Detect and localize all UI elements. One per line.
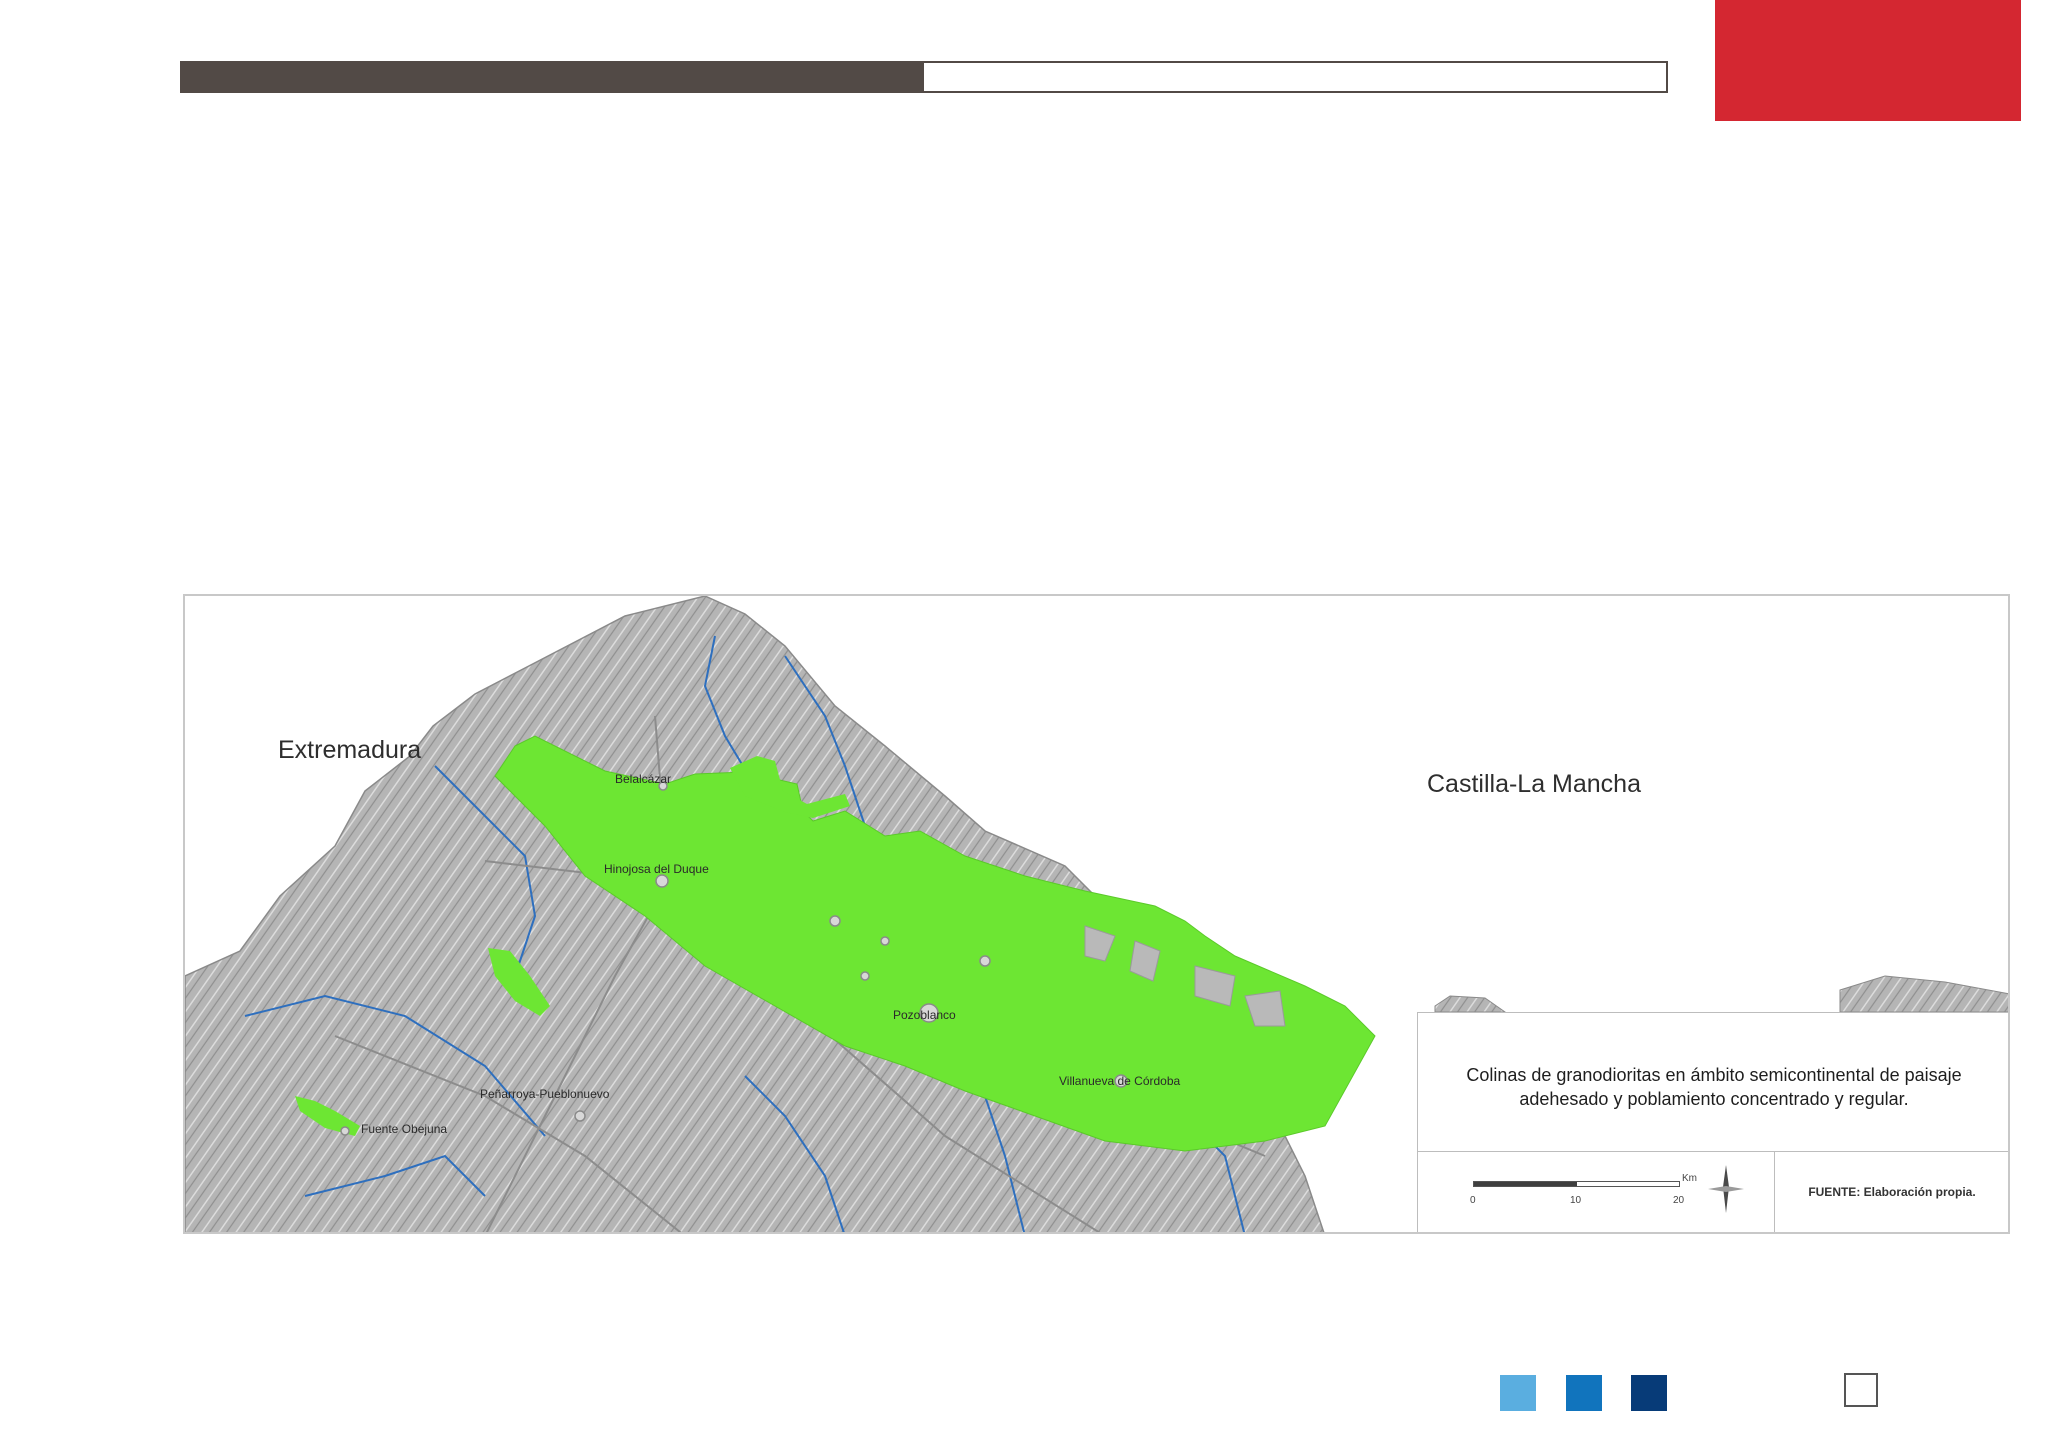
- town-label-penarroya-pueblonuevo: Peñarroya-Pueblonuevo: [480, 1087, 610, 1101]
- legend-title: Colinas de granodioritas en ámbito semic…: [1438, 1063, 1990, 1111]
- progress-bar: [180, 61, 1668, 93]
- region-label-castilla-la-mancha: Castilla-La Mancha: [1427, 770, 1641, 798]
- footer-swatch-light-blue: [1500, 1375, 1536, 1411]
- scale-tick-0: 0: [1470, 1195, 1476, 1206]
- legend-divider: [1418, 1151, 2008, 1152]
- legend-title-line-2: adehesado y poblamiento concentrado y re…: [1519, 1089, 1909, 1109]
- scale-unit: Km: [1682, 1173, 1697, 1184]
- scale-bar: [1473, 1181, 1680, 1187]
- terrain-fragment-far-east: [1839, 975, 2008, 1013]
- town-label-villanueva-de-cordoba: Villanueva de Córdoba: [1059, 1074, 1181, 1088]
- town-label-hinojosa-del-duque: Hinojosa del Duque: [604, 862, 709, 876]
- terrain-fragment-east: [1434, 995, 1507, 1013]
- map-frame: Extremadura Castilla-La Mancha Belalcáza…: [183, 594, 2010, 1234]
- legend-source: FUENTE: Elaboración propia.: [1808, 1185, 1976, 1199]
- scale-tick-20: 20: [1673, 1195, 1685, 1206]
- map-legend: Colinas de granodioritas en ámbito semic…: [1417, 1012, 2008, 1232]
- accent-block: [1715, 0, 2021, 121]
- footer-swatch-mid-blue: [1566, 1375, 1602, 1411]
- north-arrow-icon: [1708, 1165, 1744, 1213]
- legend-title-line-1: Colinas de granodioritas en ámbito semic…: [1466, 1065, 1962, 1085]
- scale-tick-10: 10: [1570, 1195, 1582, 1206]
- progress-fill: [182, 63, 924, 91]
- scale-bar-dark-half: [1474, 1182, 1577, 1186]
- town-label-fuente-obejuna: Fuente Obejuna: [361, 1122, 448, 1136]
- town-label-belalcazar: Belalcázar: [615, 772, 672, 786]
- region-label-extremadura: Extremadura: [278, 736, 422, 764]
- town-label-pozoblanco: Pozoblanco: [893, 1008, 956, 1022]
- footer-swatch-dark-blue: [1631, 1375, 1667, 1411]
- footer-outline-box[interactable]: [1844, 1373, 1878, 1407]
